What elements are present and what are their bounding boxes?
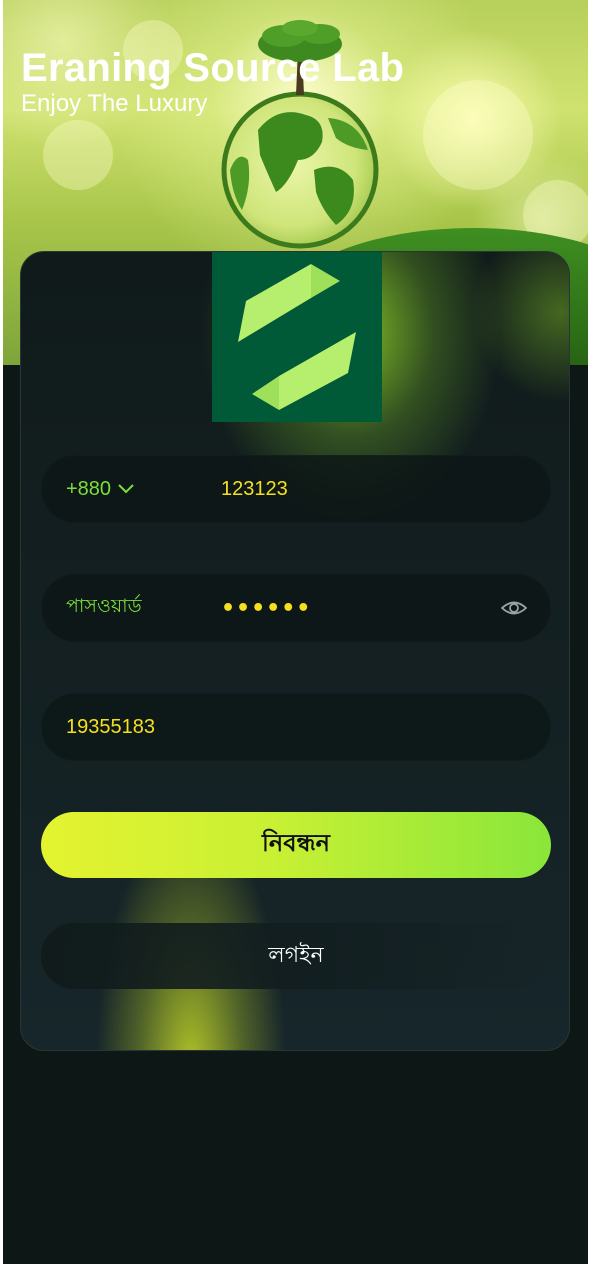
country-code-label: +880 — [66, 477, 112, 500]
invite-code-input[interactable]: 19355183 — [66, 693, 155, 761]
bokeh-light — [423, 80, 533, 190]
password-field: পাসওয়ার্ড •••••• — [41, 574, 551, 642]
phone-field: +880 123123 — [41, 455, 551, 523]
app-screen: Eraning Source Lab Enjoy The Luxury +880… — [3, 0, 588, 1264]
password-label: পাসওয়ার্ড — [66, 595, 142, 617]
password-input[interactable]: •••••• — [221, 574, 311, 642]
register-button[interactable]: নিবন্ধন — [41, 812, 551, 878]
eye-icon[interactable] — [501, 596, 527, 620]
login-button[interactable]: লগইন — [41, 923, 551, 989]
invite-code-field: 19355183 — [41, 693, 551, 761]
logo-mark-icon — [238, 264, 356, 410]
app-logo — [212, 252, 382, 422]
bokeh-light — [43, 120, 113, 190]
app-title: Eraning Source Lab — [21, 46, 405, 90]
app-tagline: Enjoy The Luxury — [21, 90, 208, 117]
chevron-down-icon — [118, 484, 134, 494]
register-card: +880 123123 পাসওয়ার্ড •••••• 19355183 ন… — [20, 251, 570, 1051]
phone-input[interactable]: 123123 — [221, 455, 288, 523]
country-code-selector[interactable]: +880 — [66, 455, 135, 523]
